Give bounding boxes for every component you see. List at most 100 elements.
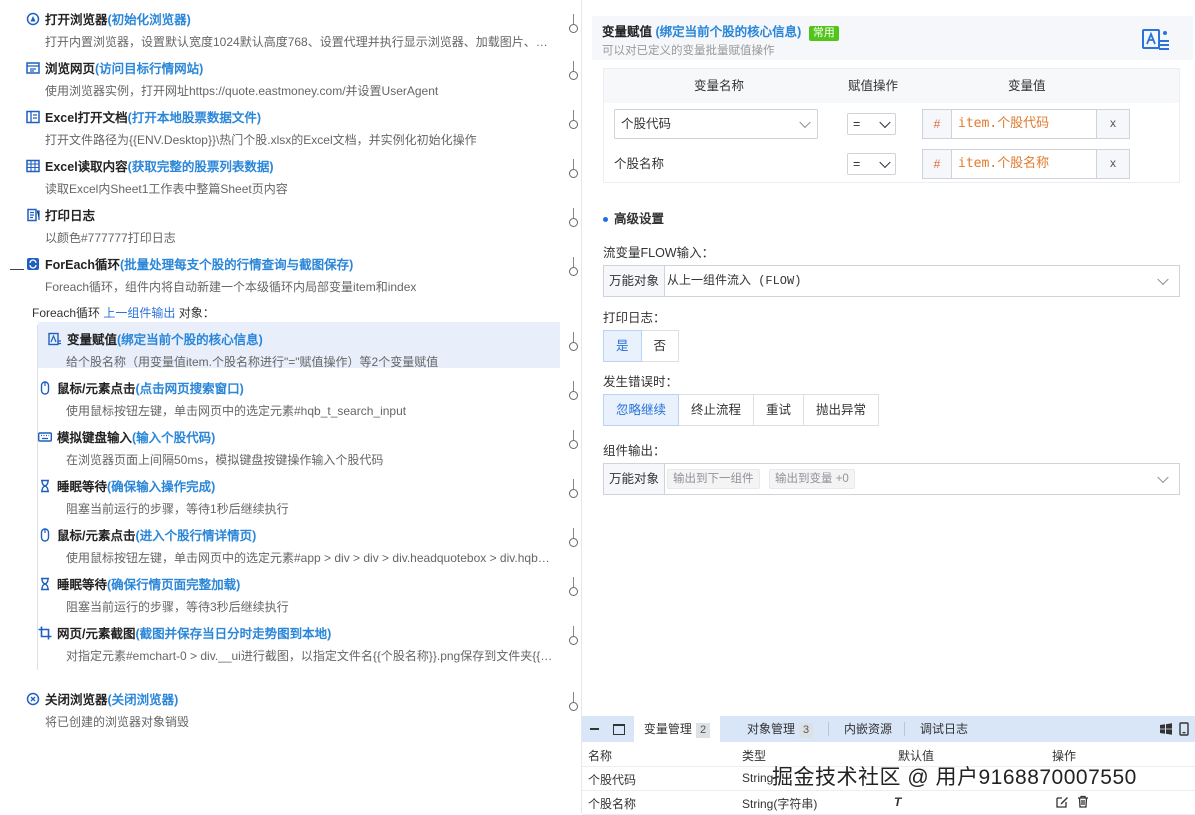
minimize-icon[interactable] — [590, 728, 599, 730]
step-description: 将已创建的浏览器对象销毁 — [45, 715, 190, 729]
expression-hash-icon[interactable]: # — [923, 150, 952, 178]
mobile-icon[interactable] — [1179, 722, 1189, 736]
bottom-panel-tabs: 变量管理 2 对象管理 3 内嵌资源 调试日志 — [582, 716, 1195, 742]
edit-icon[interactable] — [1056, 795, 1069, 808]
timeline-node[interactable] — [569, 267, 578, 276]
retry-button[interactable]: 重试 — [753, 394, 805, 426]
output-select[interactable]: 万能对象 输出到下一组件 输出到变量 +0 — [603, 463, 1180, 495]
timeline-connector — [573, 208, 574, 218]
var-name-select-1[interactable]: 个股代码 — [614, 109, 818, 139]
flow-step-inner[interactable]: 变量赋值 (绑定当前个股的核心信息) 给个股名称（用变量值item.个股名称进行"=… — [38, 322, 560, 369]
step-title-text: Excel读取内容 — [45, 160, 128, 174]
flow-step-inner[interactable]: 鼠标/元素点击 (点击网页搜索窗口) 使用鼠标按钮左键，单击网页中的选定元素#hqb… — [38, 371, 560, 418]
timeline-connector — [573, 110, 574, 120]
windows-icon[interactable] — [1160, 723, 1172, 735]
tab-variable-management[interactable]: 变量管理 2 — [634, 716, 720, 742]
output-tag-variable: 输出到变量 +0 — [769, 469, 855, 489]
var-value-field-2[interactable]: # item.个股名称 x — [922, 149, 1130, 179]
flow-step[interactable]: Excel打开文档 (打开本地股票数据文件) 打开文件路径为{{ENV.Deskto… — [26, 100, 554, 147]
step-title-text: 网页/元素截图 — [57, 627, 136, 641]
ignore-continue-button[interactable]: 忽略继续 — [603, 394, 680, 426]
step-title-note: (截图并保存当日分时走势图到本地) — [135, 627, 332, 641]
timeline-node[interactable] — [569, 702, 578, 711]
throw-exception-button[interactable]: 抛出异常 — [803, 394, 880, 426]
flow-step-inner[interactable]: 睡眠等待 (确保输入操作完成) 阻塞当前运行的步骤，等待1秒后继续执行 — [38, 469, 560, 516]
foreach-prefix: Foreach循环 — [32, 306, 101, 320]
mouse-click-icon — [38, 380, 52, 395]
step-description: 打开文件路径为{{ENV.Desktop}}\热门个股.xlsx的Excel文档… — [45, 133, 477, 147]
step-title-text: ForEach循环 — [45, 258, 121, 272]
timeline-connector — [573, 61, 574, 71]
timeline-node[interactable] — [569, 120, 578, 129]
flow-step-inner[interactable]: 鼠标/元素点击 (进入个股行情详情页) 使用鼠标按钮左键，单击网页中的选定元素#ap… — [38, 518, 560, 565]
flow-step[interactable]: 浏览网页 (访问目标行情网站) 使用浏览器实例，打开网址https://quote.… — [26, 51, 554, 98]
timeline-node[interactable] — [569, 169, 578, 178]
timeline-node[interactable] — [569, 391, 578, 400]
step-description: 读取Excel内Sheet1工作表中整篇Sheet页内容 — [45, 182, 288, 196]
flow-step[interactable]: 打开浏览器 (初始化浏览器) 打开内置浏览器，设置默认宽度1024默认高度768、设… — [26, 2, 554, 49]
step-title-text: 打开浏览器 — [45, 13, 108, 27]
step-title-note: (确保输入操作完成) — [107, 480, 216, 494]
tab-debug-log[interactable]: 调试日志 — [920, 716, 968, 742]
flow-step[interactable]: ForEach循环 (批量处理每支个股的行情查询与截图保存) Foreach循环，… — [26, 247, 554, 294]
timeline-node[interactable] — [569, 538, 578, 547]
table-row[interactable]: 个股名称 String(字符串) T — [582, 790, 1195, 815]
step-title-text: 鼠标/元素点击 — [57, 382, 136, 396]
tab-object-management[interactable]: 对象管理 3 — [747, 716, 814, 742]
chevron-down-icon — [799, 116, 811, 129]
var-row-name: 个股代码 — [588, 773, 637, 787]
restore-icon[interactable] — [613, 724, 625, 735]
timeline-connector — [573, 332, 574, 342]
timeline-node[interactable] — [569, 440, 578, 449]
flow-step-inner[interactable]: 网页/元素截图 (截图并保存当日分时走势图到本地) 对指定元素#emchart-0 … — [38, 616, 560, 663]
step-title: ForEach循环 (批量处理每支个股的行情查询与截图保存) — [26, 254, 353, 273]
delete-icon[interactable] — [1077, 795, 1089, 808]
step-title-note: (关闭浏览器) — [107, 693, 179, 707]
timeline-node[interactable] — [569, 587, 578, 596]
hourglass-icon — [38, 479, 52, 493]
common-badge: 常用 — [808, 26, 839, 41]
output-label: 组件输出： — [603, 444, 666, 458]
flow-step[interactable]: Excel读取内容 (获取完整的股票列表数据) 读取Excel内Sheet1工作表中… — [26, 149, 554, 196]
terminate-flow-button[interactable]: 终止流程 — [678, 394, 755, 426]
flow-input-prefix: 万能对象 — [604, 266, 666, 296]
remove-row-button-2[interactable]: x — [1096, 150, 1129, 178]
flow-tree: — 打开浏览器 (初始化浏览器) 打开内置浏览器，设置默认宽度1024默认高度768… — [0, 0, 560, 813]
timeline-node[interactable] — [569, 71, 578, 80]
timeline-node[interactable] — [569, 489, 578, 498]
flow-step-inner[interactable]: 睡眠等待 (确保行情页面完整加载) 阻塞当前运行的步骤，等待3秒后继续执行 — [38, 567, 560, 614]
variable-assign-table: 变量名称 赋值操作 变量值 个股代码 = # item.个股代码 x 个股名称 … — [603, 68, 1180, 183]
timeline-node[interactable] — [569, 24, 578, 33]
flow-input-value: 从上一组件流入 (FLOW) — [667, 274, 802, 288]
tab-embedded-resources[interactable]: 内嵌资源 — [844, 716, 892, 742]
flow-step[interactable]: 打印日志 以颜色#777777打印日志 — [26, 198, 554, 245]
assign-op-2: = — [853, 157, 861, 171]
expression-hash-icon[interactable]: # — [923, 110, 952, 138]
assign-op-select-1[interactable]: = — [847, 113, 896, 135]
assign-op-select-2[interactable]: = — [847, 153, 896, 175]
var-value-field-1[interactable]: # item.个股代码 x — [922, 109, 1130, 139]
step-title-note: (批量处理每支个股的行情查询与截图保存) — [120, 258, 354, 272]
remove-row-button-1[interactable]: x — [1096, 110, 1129, 138]
timeline-node[interactable] — [569, 218, 578, 227]
timeline-node[interactable] — [569, 636, 578, 645]
timeline-connector — [573, 692, 574, 702]
timeline-connector — [573, 381, 574, 391]
var-row-type: String(字符串) — [742, 797, 818, 811]
browser-open-icon — [26, 12, 40, 26]
print-log-yes-button[interactable]: 是 — [603, 330, 642, 362]
step-title-text: 鼠标/元素点击 — [57, 529, 136, 543]
foreach-collapse-toggle[interactable]: — — [10, 260, 24, 276]
foreach-source-link[interactable]: 上一组件输出 — [103, 306, 175, 320]
step-title-note: (初始化浏览器) — [107, 13, 191, 27]
timeline-connector — [573, 159, 574, 169]
tab-label: 变量管理 — [643, 722, 692, 736]
tab-count: 3 — [799, 723, 814, 738]
col-var-value: 变量值 — [1008, 79, 1046, 93]
timeline-connector — [573, 528, 574, 538]
flow-step-inner[interactable]: 模拟键盘输入 (输入个股代码) 在浏览器页面上间隔50ms，模拟键盘按键操作输入个股… — [37, 420, 560, 467]
flow-input-select[interactable]: 万能对象 从上一组件流入 (FLOW) — [603, 265, 1180, 297]
print-log-no-button[interactable]: 否 — [640, 330, 680, 362]
flow-step[interactable]: 关闭浏览器 (关闭浏览器) 将已创建的浏览器对象销毁 — [26, 682, 554, 729]
timeline-node[interactable] — [569, 342, 578, 351]
